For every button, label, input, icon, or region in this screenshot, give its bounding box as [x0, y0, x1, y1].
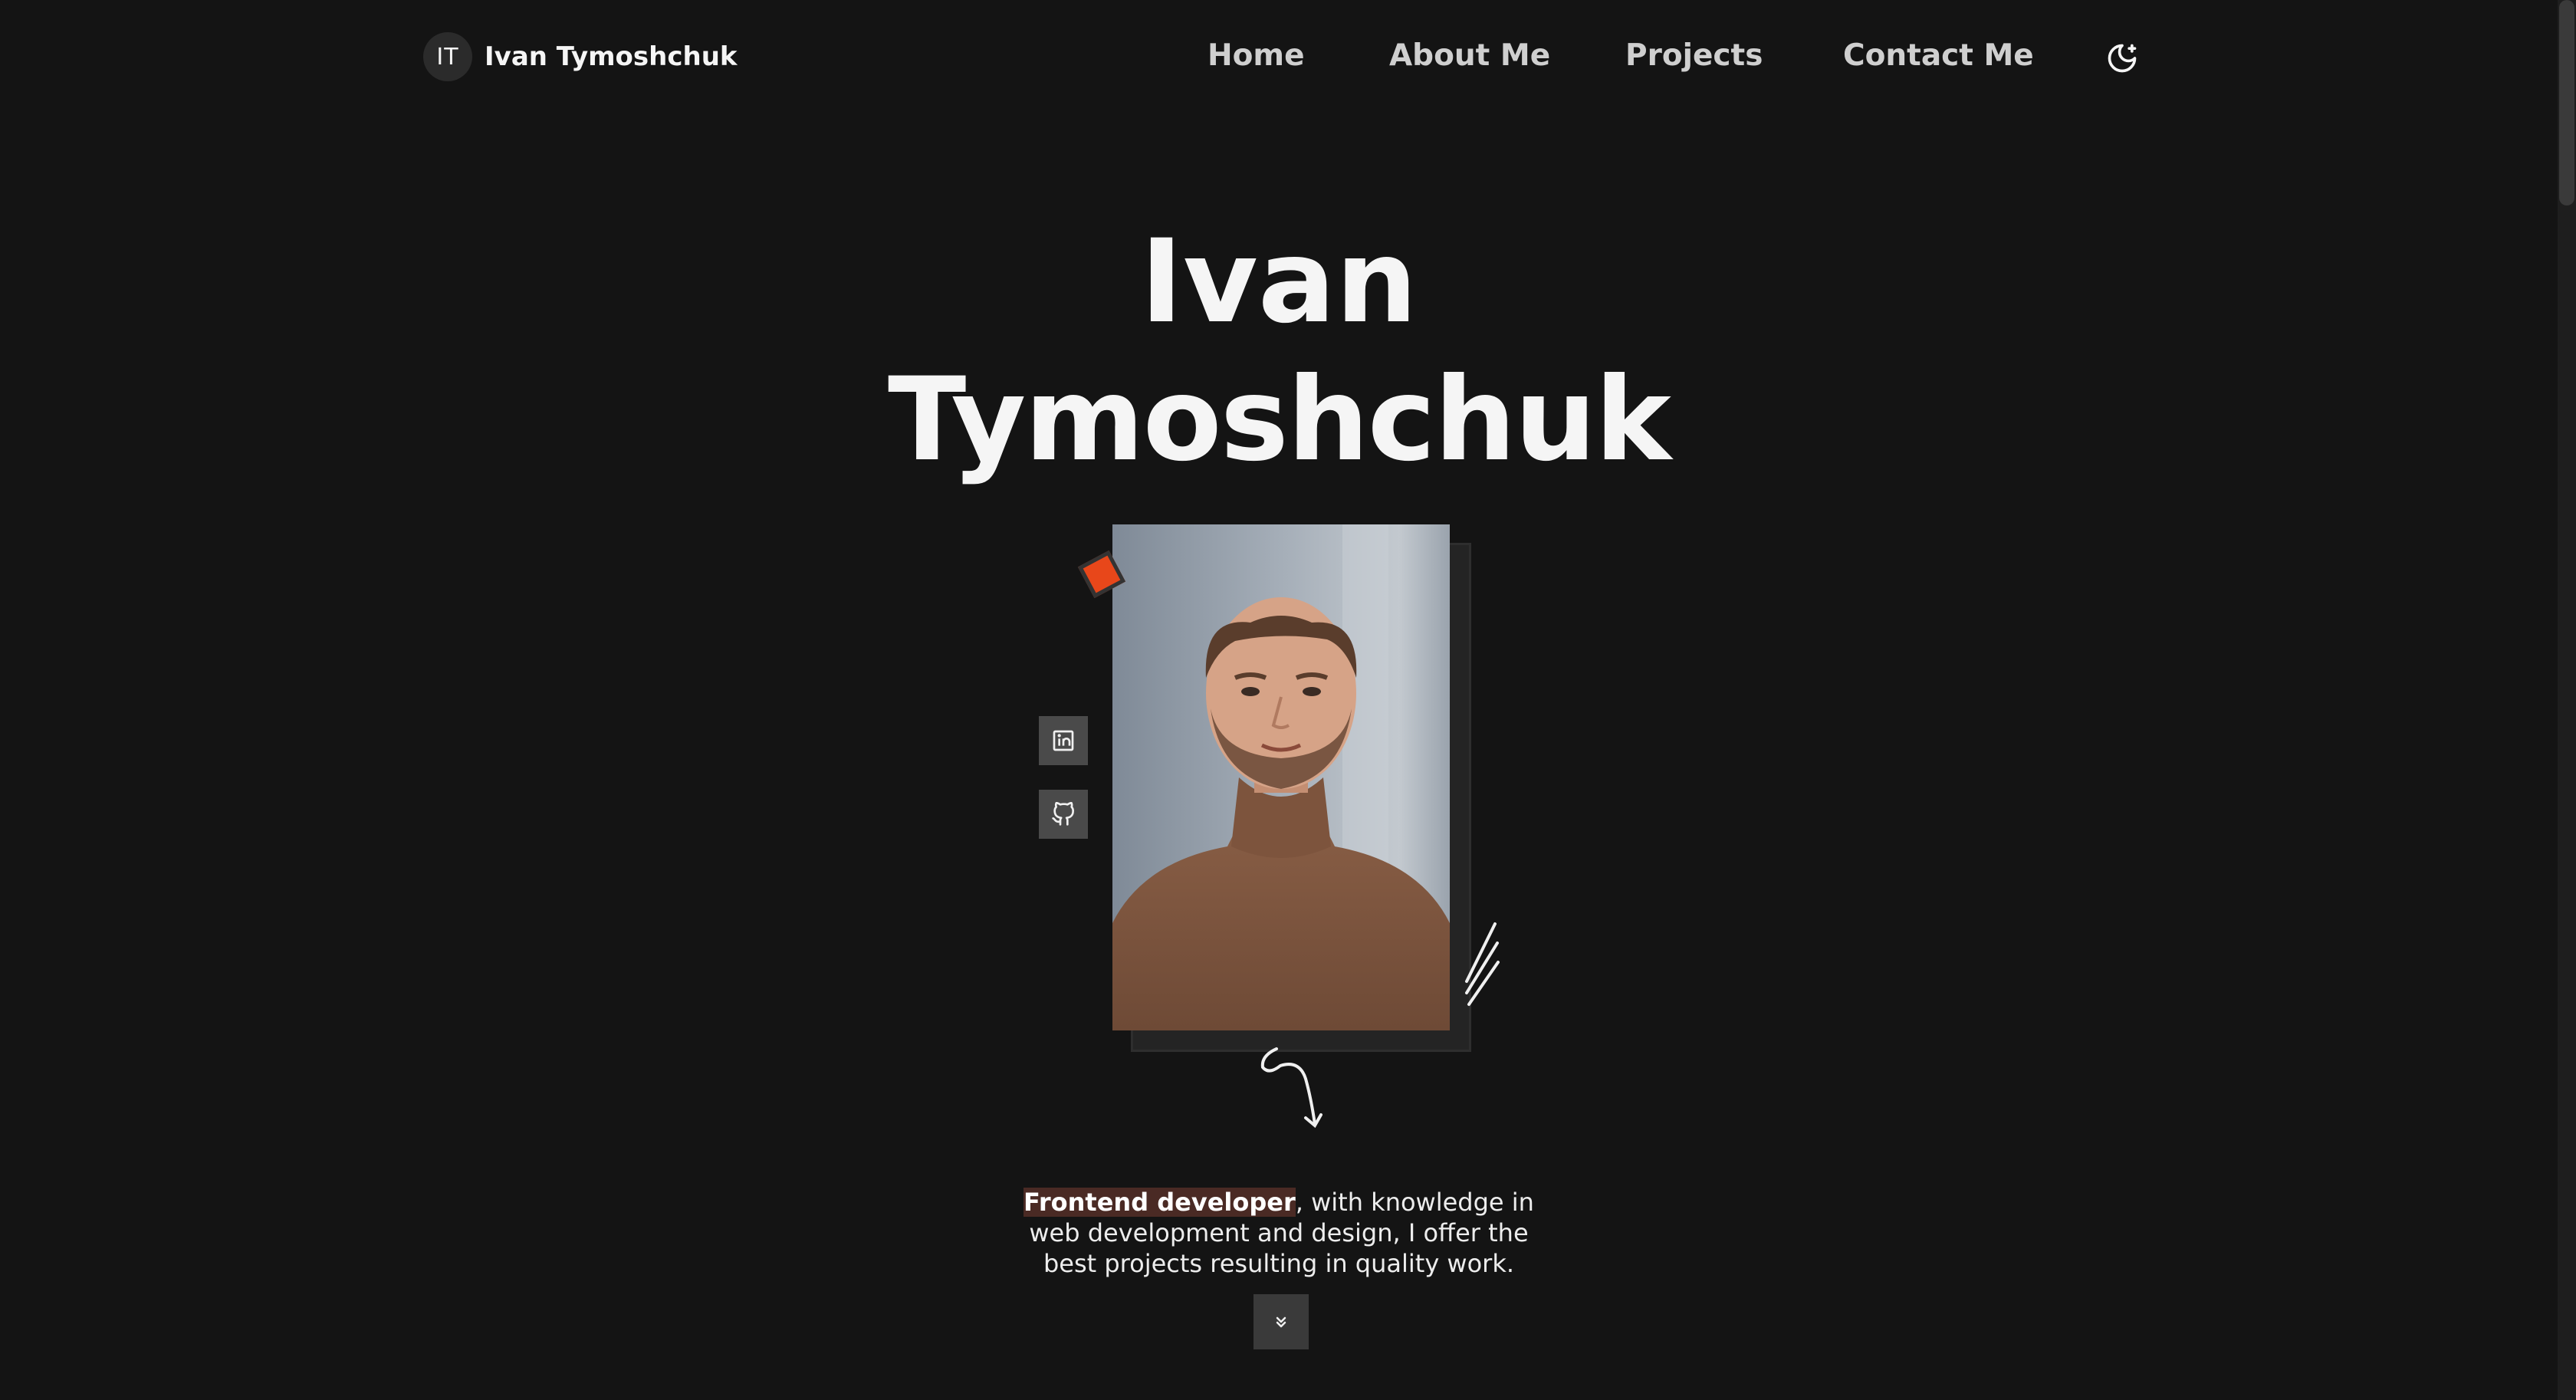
- nav-projects-link[interactable]: Projects: [1625, 38, 1763, 73]
- description-highlight: Frontend developer: [1024, 1188, 1296, 1217]
- linkedin-icon: [1053, 730, 1074, 751]
- github-icon: [1052, 802, 1074, 826]
- arrow-doodle: [1260, 1047, 1322, 1129]
- nav-home-link[interactable]: Home: [1208, 38, 1305, 73]
- site-logo[interactable]: IT Ivan Tymoshchuk: [423, 32, 738, 81]
- hero-title-first-name: Ivan: [1140, 215, 1418, 349]
- scroll-down-button[interactable]: [1254, 1294, 1309, 1349]
- nav-about-link[interactable]: About Me: [1389, 38, 1550, 73]
- nav-contact-link[interactable]: Contact Me: [1843, 38, 2034, 73]
- page-scrollbar[interactable]: [2558, 0, 2576, 1400]
- theme-toggle-button[interactable]: [2105, 41, 2139, 75]
- hero-description: Frontend developer, with knowledge in we…: [1010, 1187, 1547, 1279]
- logo-name: Ivan Tymoshchuk: [485, 41, 738, 72]
- logo-badge: IT: [423, 32, 472, 81]
- moon-icon: [2108, 44, 2137, 73]
- linkedin-link[interactable]: [1039, 716, 1088, 765]
- page: IT Ivan Tymoshchuk Home About Me Project…: [0, 0, 2558, 1400]
- portrait-photo: [1112, 524, 1450, 1030]
- scrollbar-thumb[interactable]: [2559, 0, 2574, 205]
- chevrons-down-icon: [1276, 1316, 1286, 1328]
- scribble-decoration: [1465, 922, 1500, 1006]
- github-link[interactable]: [1039, 790, 1088, 839]
- portrait-illustration: [1112, 524, 1450, 1030]
- hero-title-last-name: Tymoshchuk: [888, 353, 1671, 487]
